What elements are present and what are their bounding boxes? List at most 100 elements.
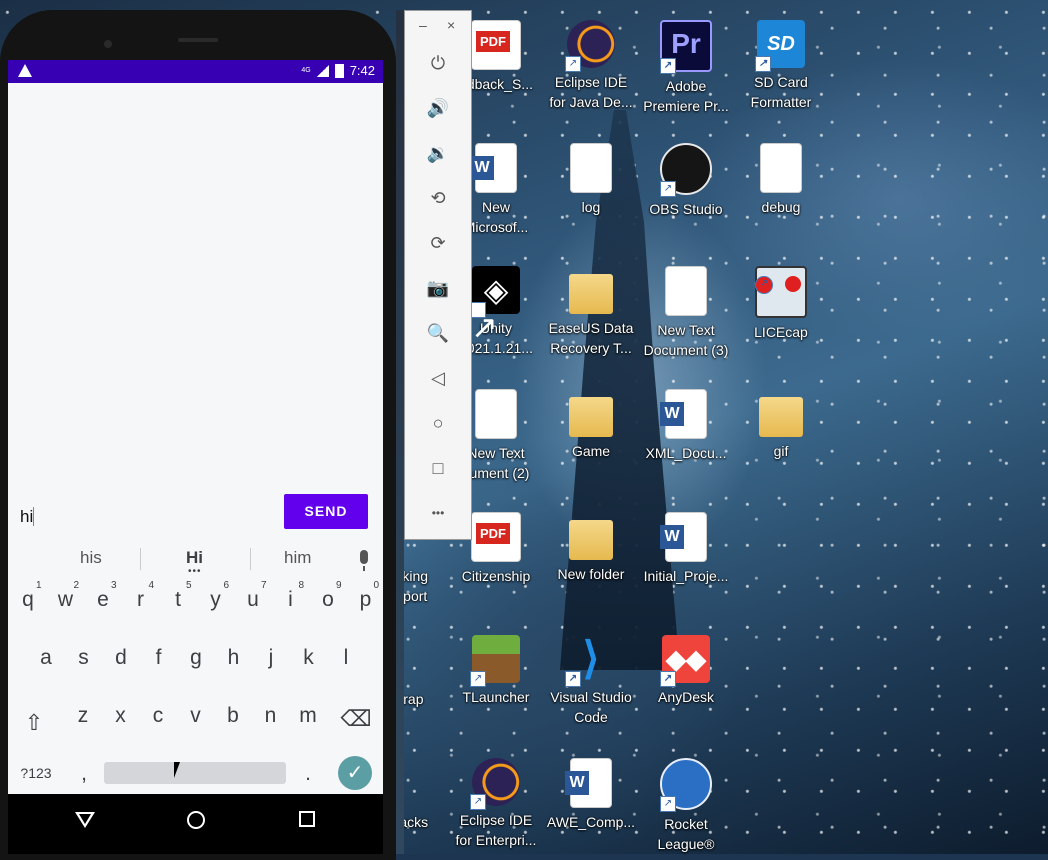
key-f[interactable]: f	[141, 646, 177, 670]
key-c[interactable]: c	[140, 704, 176, 728]
key-hint-1: 1	[36, 580, 42, 591]
desktop-icon-2[interactable]: Pr ↗ Adobe Premiere Pr...	[640, 20, 732, 116]
rotate-right-icon[interactable]: ⟳	[405, 225, 471, 261]
desktop-icon-21[interactable]: ◆◆ ↗ AnyDesk	[640, 635, 732, 707]
pdf-icon: PDF	[471, 20, 521, 70]
nav-home-icon[interactable]	[187, 811, 205, 829]
key-z[interactable]: z	[65, 704, 101, 728]
home-icon[interactable]: ○	[405, 405, 471, 441]
rotate-left-icon[interactable]: ⟲	[405, 180, 471, 216]
key-o[interactable]: o	[310, 588, 346, 612]
key-w[interactable]: w	[48, 588, 84, 612]
power-icon[interactable]: ⏻	[405, 45, 471, 81]
key-r[interactable]: r	[123, 588, 159, 612]
key-p[interactable]: p	[348, 588, 384, 612]
network-label: 4G	[301, 67, 311, 74]
key-i[interactable]: i	[273, 588, 309, 612]
shortcut-arrow-icon: ↗	[565, 671, 581, 687]
desktop-icon-9[interactable]: EaseUS Data Recovery T...	[545, 266, 637, 358]
key-t[interactable]: t	[160, 588, 196, 612]
folder-icon	[569, 520, 613, 560]
desktop-icon-22[interactable]: ↗ Eclipse IDE for Enterpri...	[450, 758, 542, 850]
key-hint-4: 4	[148, 580, 155, 591]
key-d[interactable]: d	[103, 646, 139, 670]
key-n[interactable]: n	[253, 704, 289, 728]
phone-nav-bar	[8, 794, 383, 854]
pdf-icon: PDF	[471, 512, 521, 562]
word-icon: W	[565, 758, 612, 808]
shortcut-arrow-icon: ↗	[470, 794, 486, 810]
signal-icon	[316, 64, 329, 77]
period-key[interactable]: .	[290, 762, 326, 786]
enter-key[interactable]: ✓	[338, 756, 372, 790]
nav-back-icon[interactable]	[75, 812, 95, 828]
backspace-key[interactable]: ⌫	[338, 706, 374, 732]
microphone-icon[interactable]	[360, 550, 368, 571]
key-g[interactable]: g	[178, 646, 214, 670]
overview-icon[interactable]: □	[405, 450, 471, 486]
back-icon[interactable]: ◁	[405, 360, 471, 396]
text-cursor	[33, 507, 39, 526]
desktop-icon-1[interactable]: ↗ Eclipse IDE for Java De...	[545, 20, 637, 112]
suggestion-hi[interactable]: Hi	[186, 548, 203, 568]
shift-key[interactable]: ⇧	[16, 710, 52, 736]
suggestion-his[interactable]: his	[80, 548, 102, 568]
nav-recents-icon[interactable]	[299, 811, 315, 827]
key-x[interactable]: x	[103, 704, 139, 728]
key-q[interactable]: q	[10, 588, 46, 612]
more-icon[interactable]: •••	[405, 495, 471, 531]
send-button[interactable]: SEND	[284, 494, 368, 529]
key-s[interactable]: s	[66, 646, 102, 670]
desktop-icon-19[interactable]: ↗ TLauncher	[450, 635, 542, 707]
close-button[interactable]: ×	[447, 17, 455, 33]
warning-icon	[18, 64, 32, 77]
key-a[interactable]: a	[28, 646, 64, 670]
desktop-icon-15[interactable]: gif	[735, 389, 827, 461]
desktop-icon-3[interactable]: SD ↗ SD Card Formatter	[735, 20, 827, 112]
volume-up-icon[interactable]: 🔊	[405, 90, 471, 126]
earpiece	[178, 38, 218, 42]
key-e[interactable]: e	[85, 588, 121, 612]
desktop-icon-label: Eclipse IDE for Java De...	[549, 74, 633, 110]
key-b[interactable]: b	[215, 704, 251, 728]
suggestion-him[interactable]: him	[284, 548, 311, 568]
key-k[interactable]: k	[291, 646, 327, 670]
anydesk-icon: ◆◆ ↗	[660, 635, 710, 687]
folder-icon	[569, 397, 613, 437]
eclipse-icon: ↗	[470, 758, 520, 810]
key-hint-7: 7	[261, 580, 267, 591]
message-input[interactable]: hi	[20, 500, 272, 538]
key-v[interactable]: v	[178, 704, 214, 728]
key-m[interactable]: m	[290, 704, 326, 728]
partial-window-edge	[396, 10, 404, 854]
key-hint-8: 8	[298, 580, 305, 591]
desktop-icon-18[interactable]: W Initial_Proje...	[640, 512, 732, 586]
key-l[interactable]: l	[328, 646, 364, 670]
desktop-icon-6[interactable]: ↗ OBS Studio	[640, 143, 732, 219]
desktop-icon-11[interactable]: ↗ LICEcap	[735, 266, 827, 342]
desktop-icon-20[interactable]: ⟩ ↗ Visual Studio Code	[545, 635, 637, 727]
minimize-button[interactable]: –	[419, 17, 427, 33]
key-y[interactable]: y	[198, 588, 234, 612]
desktop-icon-label: log	[581, 199, 601, 215]
desktop-icon-23[interactable]: W AWE_Comp...	[545, 758, 637, 832]
doc-icon	[475, 389, 517, 439]
shortcut-arrow-icon: ↗	[660, 181, 676, 197]
desktop-icon-7[interactable]: debug	[735, 143, 827, 217]
key-h[interactable]: h	[216, 646, 252, 670]
symbols-key[interactable]: ?123	[16, 765, 56, 781]
camera-icon[interactable]: 📷	[405, 270, 471, 306]
key-u[interactable]: u	[235, 588, 271, 612]
desktop-icon-13[interactable]: Game	[545, 389, 637, 461]
volume-down-icon[interactable]: 🔉	[405, 135, 471, 171]
desktop-icon-17[interactable]: New folder	[545, 512, 637, 584]
desktop-icon-24[interactable]: ↗ Rocket League®	[640, 758, 732, 854]
comma-key[interactable]: ,	[66, 762, 102, 786]
key-j[interactable]: j	[253, 646, 289, 670]
desktop-icon-14[interactable]: W XML_Docu...	[640, 389, 732, 463]
desktop-icon-10[interactable]: New Text Document (3)	[640, 266, 732, 360]
key-hint-6: 6	[223, 580, 230, 591]
space-key[interactable]	[104, 762, 286, 784]
zoom-icon[interactable]: 🔍	[405, 315, 471, 351]
desktop-icon-5[interactable]: log	[545, 143, 637, 217]
